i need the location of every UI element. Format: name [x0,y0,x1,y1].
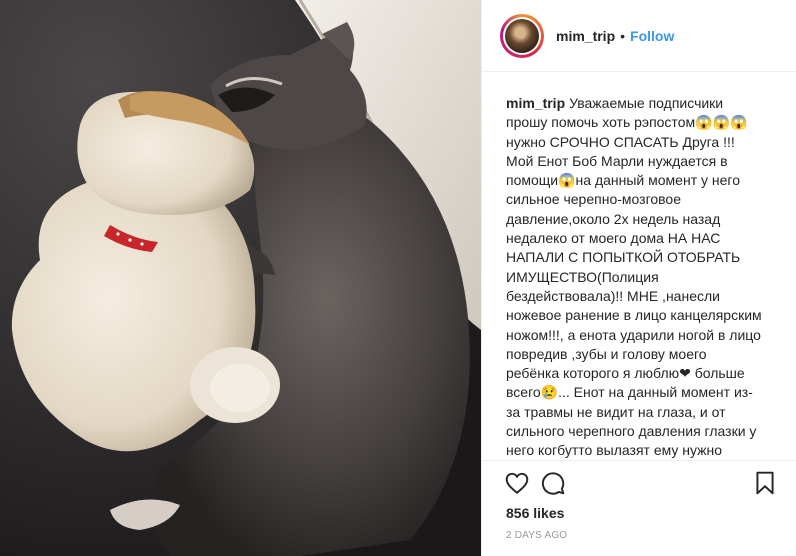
raccoon-with-plush-dog-image [0,0,481,556]
instagram-post: mim_trip • Follow mim_trip Уважаемые подп… [0,0,796,556]
action-bar [504,470,796,498]
likes-count[interactable]: 856 likes [506,505,564,521]
caption-text: Уважаемые подписчики прошу помочь хоть р… [506,95,762,463]
actions-divider [483,460,796,461]
separator-dot: • [620,27,626,44]
post-caption: mim_trip Уважаемые подписчики прошу помоч… [506,94,762,463]
follow-button[interactable]: Follow [630,28,674,44]
heart-icon[interactable] [504,470,530,496]
caption-username[interactable]: mim_trip [506,95,565,111]
post-header: mim_trip • Follow [482,0,796,72]
avatar-image [505,18,539,53]
post-sidebar: mim_trip • Follow mim_trip Уважаемые подп… [481,0,796,556]
bookmark-icon[interactable] [752,470,778,496]
post-timestamp[interactable]: 2 DAYS AGO [506,530,567,541]
username-link[interactable]: mim_trip [556,28,615,44]
avatar-ring [503,16,541,55]
comment-icon[interactable] [540,470,566,496]
post-photo[interactable] [0,0,481,556]
avatar[interactable] [500,13,544,58]
